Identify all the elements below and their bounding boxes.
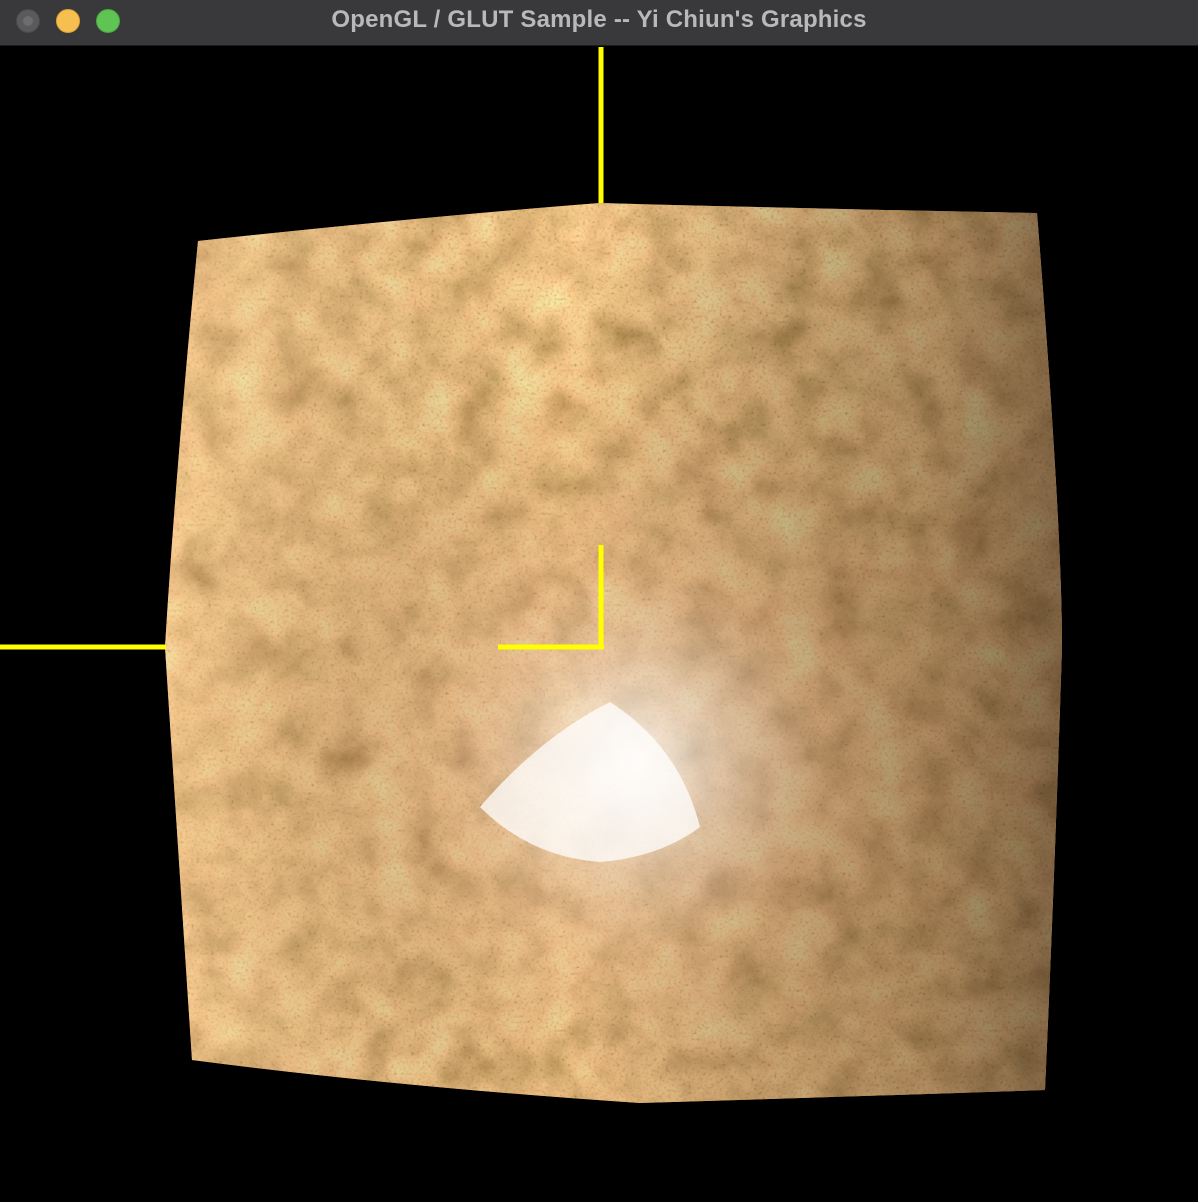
scene-canvas bbox=[0, 47, 1062, 1103]
textured-surface bbox=[165, 203, 1062, 1103]
title-bar[interactable]: OpenGL / GLUT Sample -- Yi Chiun's Graph… bbox=[0, 0, 1198, 46]
app-window: OpenGL / GLUT Sample -- Yi Chiun's Graph… bbox=[0, 0, 1198, 1202]
window-title: OpenGL / GLUT Sample -- Yi Chiun's Graph… bbox=[331, 6, 867, 33]
opengl-viewport[interactable] bbox=[0, 47, 1198, 1202]
